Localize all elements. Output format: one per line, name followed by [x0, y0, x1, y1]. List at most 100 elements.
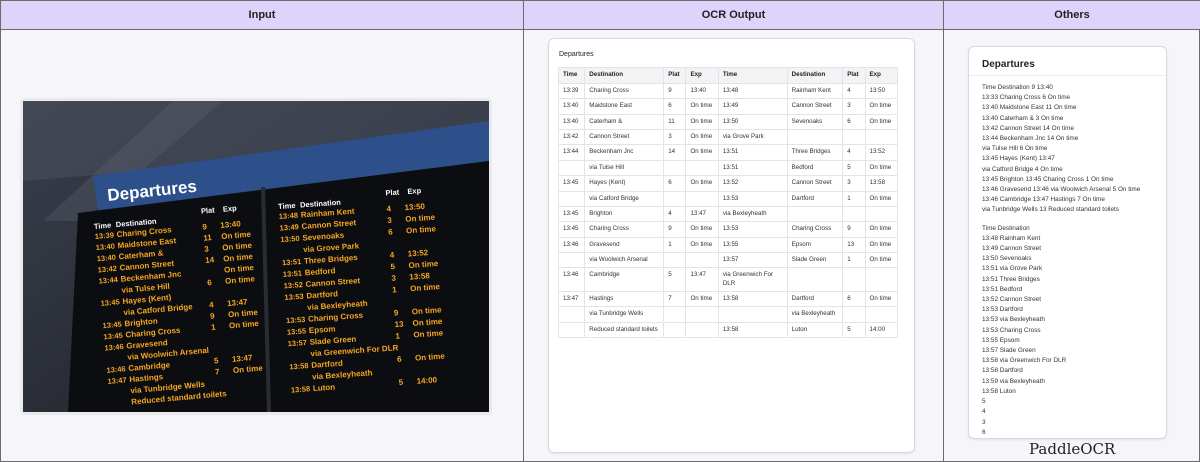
table-cell: Cannon Street: [584, 129, 665, 146]
others-line: 13:48 Rainham Kent: [982, 234, 1041, 242]
board-row-expected: 14:00: [416, 375, 438, 385]
input-column-header: Input: [1, 1, 523, 30]
departure-board-photo: Departures Time Destination Plat Exp 13:39 Ch…: [20, 98, 492, 415]
others-line: via Tunbridge Wells 13 Reduced standard …: [982, 206, 1120, 214]
table-cell: 13:53: [717, 190, 788, 207]
board-row-time: 13:51: [282, 257, 302, 267]
table-row: via Tunbridge Wells via Bexleyheath: [557, 306, 899, 323]
others-line: 13:51 Three Bridges: [982, 275, 1040, 283]
board-row-expected: 13:52: [407, 248, 429, 258]
board-row-time: 13:42: [97, 264, 117, 275]
board-row-time: 13:55: [287, 326, 307, 336]
table-cell: 13:52: [864, 144, 899, 161]
board-row-expected: 13:58: [409, 271, 431, 281]
table-row: via Woolwich Arsenal 13:57 Slade Green 1 On …: [557, 251, 899, 269]
others-line: 13:51 Bedford: [982, 285, 1023, 293]
table-cell: [663, 251, 687, 269]
others-line: 13:58 Luton: [982, 387, 1016, 395]
others-line: 6: [982, 428, 986, 436]
table-cell: On time: [864, 291, 899, 308]
table-cell: 13:49: [717, 98, 788, 115]
others-line: 4: [982, 408, 986, 416]
table-cell: On time: [685, 221, 719, 238]
ocr-header-cell: Time: [717, 67, 788, 84]
table-cell: Dartford: [786, 190, 844, 207]
others-line: 13:51 via Grove Park: [982, 265, 1043, 273]
others-line: 13:53 Dartford: [982, 306, 1023, 314]
table-cell: via Tulse Hill: [584, 159, 665, 177]
table-cell: [717, 306, 788, 323]
others-line: 13:46 Gravesend 13:46 via Woolwich Arsen…: [982, 186, 1141, 194]
board-row-time: 13:57: [287, 338, 307, 348]
table-cell: On time: [864, 190, 899, 207]
table-cell: 13:50: [717, 113, 788, 131]
table-cell: On time: [685, 98, 719, 115]
table-cell: 13:58: [717, 321, 788, 339]
table-cell: [557, 251, 586, 269]
others-line: 13:33 Charing Cross 6 On time: [982, 94, 1071, 102]
board-row-time: 13:52: [283, 280, 303, 290]
table-cell: [842, 267, 866, 293]
table-cell: 6: [663, 98, 687, 115]
table-cell: [557, 190, 586, 207]
table-cell: Hastings: [584, 291, 665, 308]
table-cell: via Tunbridge Wells: [584, 306, 665, 323]
table-cell: 11: [663, 113, 687, 131]
board-row-time: 13:50: [280, 234, 300, 244]
table-row: 13:39 Charing Cross 9 13:40 13:48 Rainham Ken…: [557, 82, 899, 100]
others-line: Time Destination 9 13:40: [982, 84, 1053, 91]
table-cell: 13:40: [685, 82, 719, 100]
table-cell: 3: [842, 98, 866, 115]
table-cell: 5: [663, 267, 687, 293]
table-cell: On time: [685, 291, 719, 308]
ocr-header-cell: Time: [557, 67, 586, 84]
table-cell: 13:44: [557, 144, 586, 161]
table-cell: 4: [663, 205, 687, 223]
table-cell: Reduced standard toilets: [584, 321, 665, 339]
table-cell: On time: [864, 251, 899, 269]
board-row-expected: 13:47: [232, 353, 254, 364]
table-cell: 13:46: [557, 267, 586, 293]
table-row: 13:40 Caterham & 11 On time 13:50 Sevenoaks 6 O…: [557, 113, 899, 131]
table-cell: 13:53: [717, 221, 788, 238]
table-cell: [864, 267, 899, 293]
table-cell: [663, 321, 687, 339]
table-cell: 13:52: [717, 175, 788, 192]
table-cell: 1: [842, 190, 866, 207]
others-line: 13:58 Dartford: [982, 367, 1023, 375]
others-line: 13:46 Cambridge 13:47 Hastings 7 On time: [982, 196, 1105, 204]
table-cell: 13:40: [557, 98, 586, 115]
board-header-label: Time: [278, 201, 296, 211]
board-row-time: 13:44: [98, 275, 119, 286]
table-cell: [842, 129, 866, 146]
table-cell: 13:51: [717, 144, 788, 161]
table-cell: 5: [842, 321, 866, 339]
board-header-label: Exp: [223, 204, 238, 214]
others-line: 13:40 Maidstone East 11 On time: [982, 104, 1077, 112]
board-row-time: 13:53: [286, 315, 306, 325]
board-row-platform: 14: [205, 255, 215, 265]
table-cell: 7: [663, 291, 687, 308]
table-cell: Cambridge: [584, 267, 665, 293]
others-title: Departures: [982, 59, 1035, 70]
table-cell: On time: [685, 144, 719, 161]
ocr-output-card: Departures Time Destination Plat Exp Time Des…: [548, 38, 915, 453]
table-cell: 9: [842, 221, 866, 238]
others-line: 13:52 Cannon Street: [982, 296, 1041, 304]
others-line: 13:59 via Bexleyheath: [982, 377, 1045, 385]
table-cell: [685, 159, 719, 177]
table-cell: Slade Green: [786, 251, 844, 269]
table-cell: 13:58: [717, 291, 788, 308]
table-cell: Gravesend: [584, 236, 665, 253]
table-cell: 13:48: [717, 82, 788, 100]
board-row-expected: 13:47: [227, 297, 249, 308]
table-cell: Hayes (Kent): [584, 175, 665, 192]
others-line: 13:55 Epsom: [982, 336, 1020, 344]
table-cell: 3: [842, 175, 866, 192]
table-cell: 14: [663, 144, 687, 161]
table-cell: Beckenham Jnc: [584, 144, 665, 161]
board-row-time: 13:39: [94, 230, 114, 241]
table-cell: [786, 267, 844, 293]
ocr-title: Departures: [559, 51, 594, 58]
table-cell: Bedford: [786, 159, 844, 177]
